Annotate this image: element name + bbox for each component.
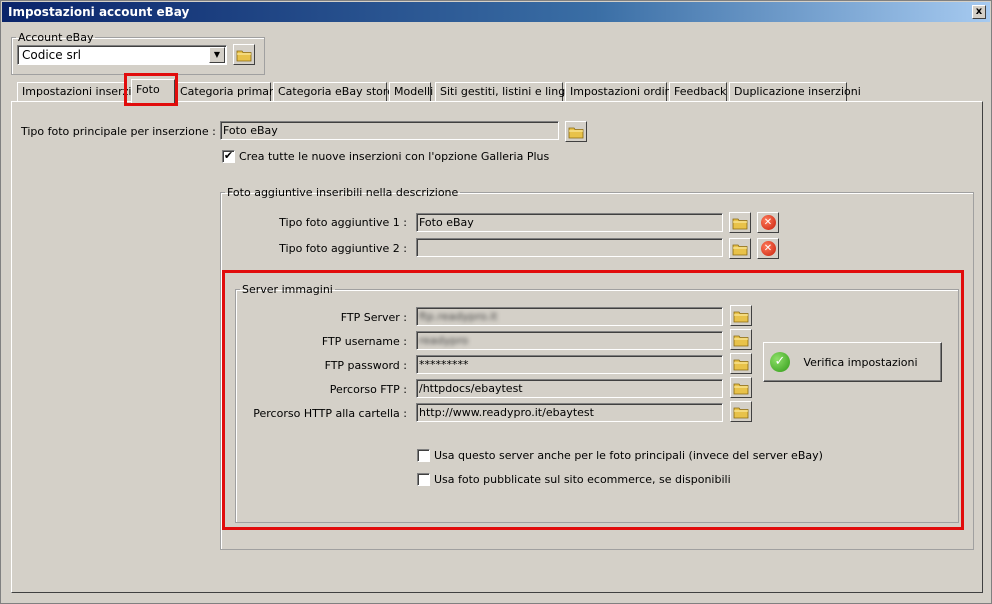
folder-icon	[732, 216, 748, 230]
use-server-for-main-label: Usa questo server anche per le foto prin…	[434, 449, 823, 462]
tab-duplicazione-inserzioni[interactable]: Duplicazione inserzioni	[729, 82, 861, 102]
ftp-username-browse-button[interactable]	[730, 329, 752, 350]
http-path-browse-button[interactable]	[730, 401, 752, 422]
folder-icon	[733, 381, 749, 395]
gallery-plus-checkbox[interactable]: ✔	[222, 150, 235, 163]
main-photo-type-label: Tipo foto principale per inserzione :	[21, 125, 216, 138]
tab-foto[interactable]: Foto	[131, 79, 175, 103]
tab-categoria-ebay-store[interactable]: Categoria eBay store	[273, 82, 394, 102]
window-title: Impostazioni account eBay	[8, 5, 190, 19]
ftp-password-browse-button[interactable]	[730, 353, 752, 374]
use-site-photos-label: Usa foto pubblicate sul sito ecommerce, …	[434, 473, 731, 486]
chevron-down-icon[interactable]: ▼	[209, 47, 225, 63]
http-path-label: Percorso HTTP alla cartella :	[253, 407, 407, 420]
verify-settings-button[interactable]: ✓ Verifica impostazioni	[763, 342, 942, 382]
ftp-path-field[interactable]: /httpdocs/ebaytest	[416, 379, 723, 398]
additional-photos-group-label: Foto aggiuntive inseribili nella descriz…	[227, 186, 459, 199]
ftp-server-field[interactable]: ftp.readypro.it	[416, 307, 723, 326]
account-browse-button[interactable]	[233, 44, 255, 65]
delete-icon: ✕	[760, 215, 776, 230]
additional-type1-label: Tipo foto aggiuntive 1 :	[279, 216, 407, 229]
ftp-path-label: Percorso FTP :	[329, 383, 407, 396]
tab-categoria-primaria[interactable]: Categoria primaria	[175, 82, 283, 102]
additional-type2-label: Tipo foto aggiuntive 2 :	[279, 242, 407, 255]
ftp-server-label: FTP Server :	[340, 311, 407, 324]
gallery-plus-label: Crea tutte le nuove inserzioni con l'opz…	[239, 150, 550, 163]
main-photo-type-field[interactable]: Foto eBay	[220, 121, 559, 140]
folder-icon	[733, 309, 749, 323]
http-path-field[interactable]: http://www.readypro.it/ebaytest	[416, 403, 723, 422]
use-site-photos-checkbox[interactable]	[417, 473, 430, 486]
folder-icon	[733, 405, 749, 419]
tab-modelli[interactable]: Modelli	[389, 82, 433, 102]
additional-type1-delete-button[interactable]: ✕	[757, 212, 779, 233]
additional-type2-delete-button[interactable]: ✕	[757, 238, 779, 259]
account-selected-value: Codice srl	[22, 48, 81, 62]
tab-feedback[interactable]: Feedback	[669, 82, 727, 102]
additional-type1-field[interactable]: Foto eBay	[416, 213, 723, 232]
verify-settings-label: Verifica impostazioni	[803, 355, 918, 369]
image-server-group-label: Server immagini	[242, 283, 333, 296]
folder-icon	[236, 48, 252, 62]
tab-siti-gestiti[interactable]: Siti gestiti, listini e lingue	[435, 82, 579, 102]
ftp-username-field[interactable]: readypro	[416, 331, 723, 350]
tab-impostazioni-inserzioni[interactable]: Impostazioni inserzioni	[17, 82, 148, 102]
use-server-for-main-checkbox[interactable]	[417, 449, 430, 462]
additional-type1-browse-button[interactable]	[729, 212, 751, 233]
ftp-password-label: FTP password :	[324, 359, 407, 372]
ftp-path-browse-button[interactable]	[730, 377, 752, 398]
additional-type2-field[interactable]	[416, 238, 723, 257]
close-button[interactable]: x	[972, 5, 986, 19]
settings-window: Impostazioni account eBay x Account eBay…	[0, 0, 992, 604]
tab-impostazioni-ordini[interactable]: Impostazioni ordini	[565, 82, 675, 102]
account-group-label: Account eBay	[18, 31, 94, 44]
account-select[interactable]: Codice srl ▼	[17, 45, 227, 65]
folder-icon	[733, 333, 749, 347]
folder-icon	[733, 357, 749, 371]
ftp-username-label: FTP username :	[321, 335, 407, 348]
main-photo-type-browse-button[interactable]	[565, 121, 587, 142]
folder-icon	[568, 125, 584, 139]
title-bar: Impostazioni account eBay x	[2, 2, 990, 22]
ftp-password-field[interactable]: *********	[416, 355, 723, 374]
ftp-server-browse-button[interactable]	[730, 305, 752, 326]
check-icon: ✓	[770, 352, 790, 372]
folder-icon	[732, 242, 748, 256]
additional-type2-browse-button[interactable]	[729, 238, 751, 259]
delete-icon: ✕	[760, 241, 776, 256]
